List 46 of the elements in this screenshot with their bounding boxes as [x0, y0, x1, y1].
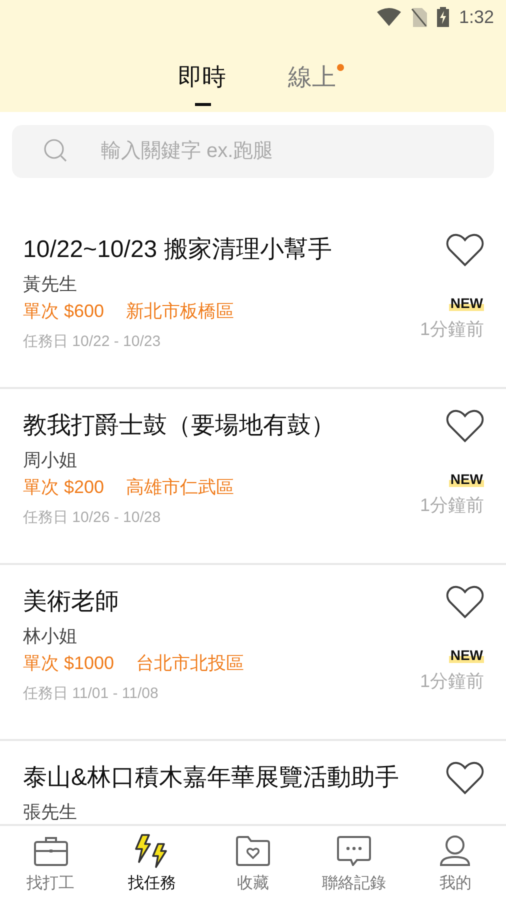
- search-icon: [44, 139, 68, 163]
- new-badge: NEW: [449, 647, 484, 663]
- nav-tab[interactable]: 收藏: [202, 826, 304, 900]
- poster-name: 周小姐: [23, 449, 78, 472]
- lightning-bolts-icon: [134, 834, 170, 868]
- job-location: 台北市北投區: [136, 652, 244, 675]
- pay-rate: 單次 $1000: [23, 652, 114, 675]
- nav-tab[interactable]: 找任務: [101, 826, 202, 900]
- heart-icon[interactable]: [446, 233, 484, 267]
- tab[interactable]: 即時: [178, 62, 226, 94]
- no-sim-icon: [410, 8, 427, 26]
- task-dates: 任務日 11/01 - 11/08: [23, 684, 160, 704]
- tab[interactable]: 線上: [288, 62, 336, 94]
- battery-icon: [436, 7, 449, 27]
- nav-tab[interactable]: 找打工: [0, 826, 102, 900]
- poster-name: 黃先生: [23, 273, 78, 296]
- poster-name: 林小姐: [23, 625, 78, 648]
- chat-bubble-icon: [337, 836, 372, 866]
- pay-rate: 單次 $600: [23, 300, 104, 323]
- task-dates: 任務日 10/26 - 10/28: [23, 508, 162, 528]
- task-dates: 任務日 10/22 - 10/23: [23, 332, 162, 352]
- nav-tab[interactable]: 我的: [404, 826, 506, 900]
- posted-time: 1分鐘前: [420, 670, 484, 693]
- heart-icon[interactable]: [446, 409, 484, 443]
- job-title[interactable]: 泰山&林口積木嘉年華展覽活動助手: [23, 761, 400, 795]
- wifi-icon: [376, 8, 401, 26]
- heart-icon[interactable]: [446, 585, 484, 619]
- job-title[interactable]: 美術老師: [23, 585, 244, 619]
- posted-time: 1分鐘前: [420, 494, 484, 517]
- job-title[interactable]: 10/22~10/23 搬家清理小幫手: [23, 233, 332, 267]
- heart-icon[interactable]: [446, 761, 484, 795]
- new-badge: NEW: [449, 295, 484, 311]
- posted-time: 1分鐘前: [420, 318, 484, 341]
- new-badge: NEW: [449, 471, 484, 487]
- tab-indicator: [195, 103, 211, 106]
- folder-heart-icon: [236, 836, 270, 866]
- search-field[interactable]: 輸入關鍵字 ex.跑腿: [12, 125, 494, 178]
- job-location: 新北市板橋區: [126, 300, 234, 323]
- poster-name: 張先生: [23, 801, 78, 824]
- job-title[interactable]: 教我打爵士鼓（要場地有鼓）: [23, 409, 335, 443]
- briefcase-icon: [34, 836, 68, 866]
- pay-rate: 單次 $200: [23, 476, 104, 499]
- person-icon: [439, 835, 472, 867]
- clock-time: 1:32: [458, 6, 494, 28]
- nav-tab[interactable]: 聯絡記錄: [304, 826, 405, 900]
- job-location: 高雄市仁武區: [126, 476, 234, 499]
